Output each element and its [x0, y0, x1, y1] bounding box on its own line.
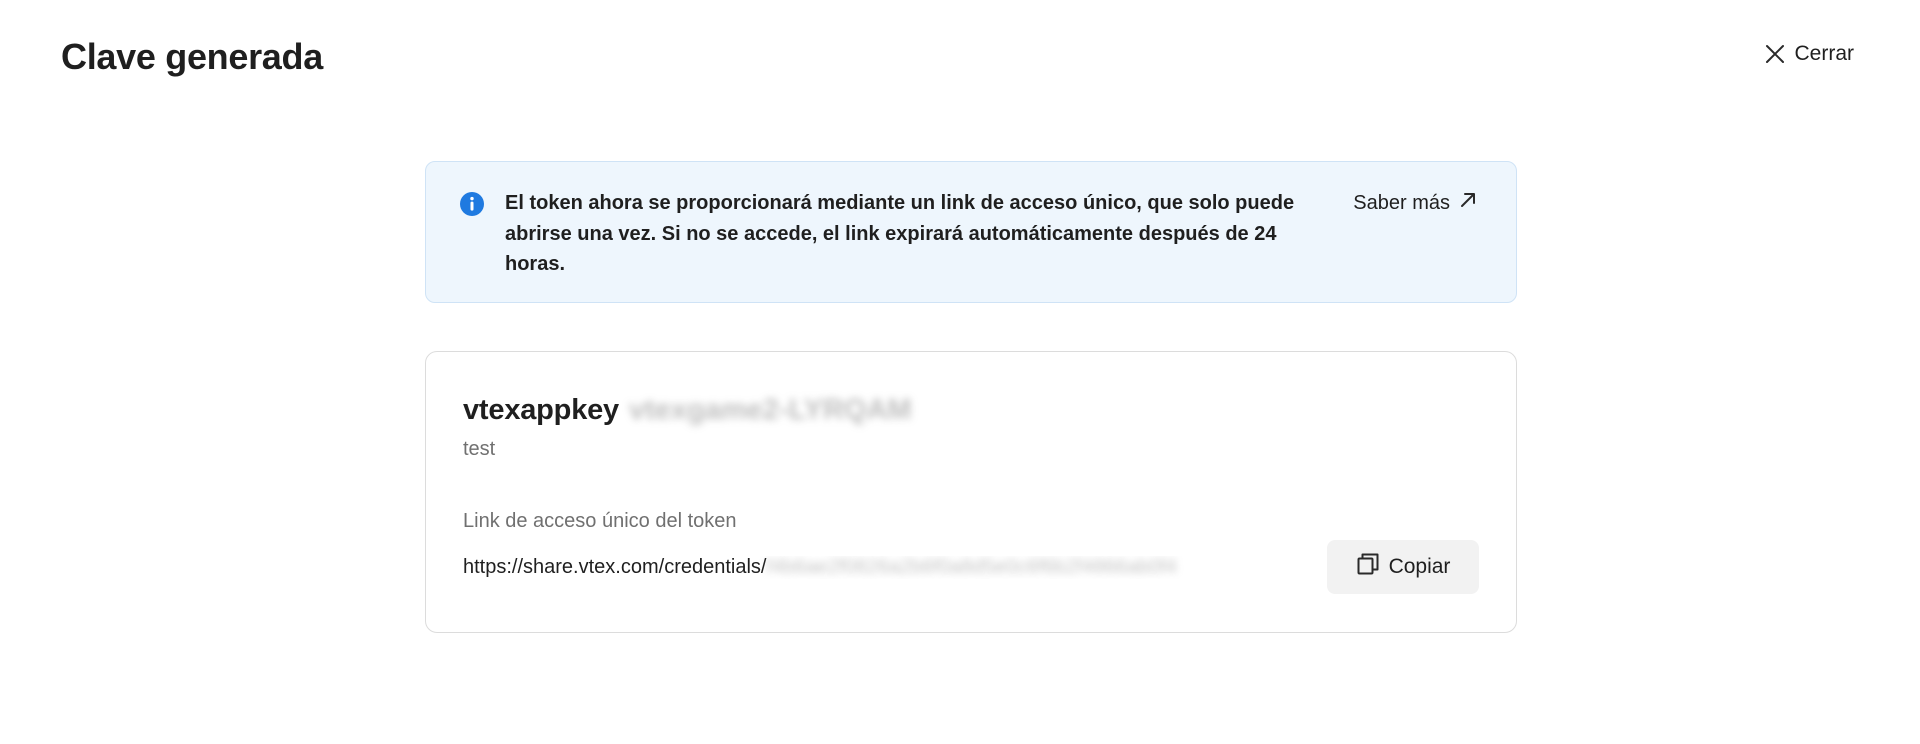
token-link-redacted: f4b6ae2f0826a2b6f0a8d5e0c6f6b2f4866ab0f4 [766, 556, 1177, 578]
info-alert-message: El token ahora se proporcionará mediante… [505, 192, 1295, 275]
token-link-prefix: https://share.vtex.com/credentials/ [463, 556, 767, 578]
token-link: https://share.vtex.com/credentials/f4b6a… [463, 556, 1293, 579]
close-button-label: Cerrar [1794, 42, 1854, 65]
key-suffix-redacted: vtexgame2-LYRQAM [629, 394, 912, 426]
page-title: Clave generada [61, 36, 323, 77]
close-icon [1764, 43, 1786, 65]
main-content: El token ahora se proporcionará mediante… [425, 161, 1517, 633]
copy-button[interactable]: Copiar [1327, 540, 1479, 594]
close-button[interactable]: Cerrar [1764, 42, 1854, 66]
info-alert: El token ahora se proporcionará mediante… [425, 161, 1517, 303]
token-link-caption: Link de acceso único del token [463, 510, 737, 532]
key-label: test [463, 438, 496, 460]
key-name: vtexappkey [463, 394, 619, 426]
info-icon [459, 191, 485, 217]
copy-button-label: Copiar [1388, 555, 1451, 578]
generated-key-page: Clave generada Cerrar El token ahora se … [0, 0, 1920, 744]
copy-icon [1356, 552, 1380, 582]
external-link-arrow-icon [1458, 190, 1478, 216]
key-name-row: vtexappkey vtexgame2-LYRQAM [463, 394, 912, 427]
learn-more-label: Saber más [1353, 191, 1450, 214]
learn-more-link[interactable]: Saber más [1353, 190, 1478, 216]
key-card: vtexappkey vtexgame2-LYRQAM test Link de… [425, 351, 1517, 633]
